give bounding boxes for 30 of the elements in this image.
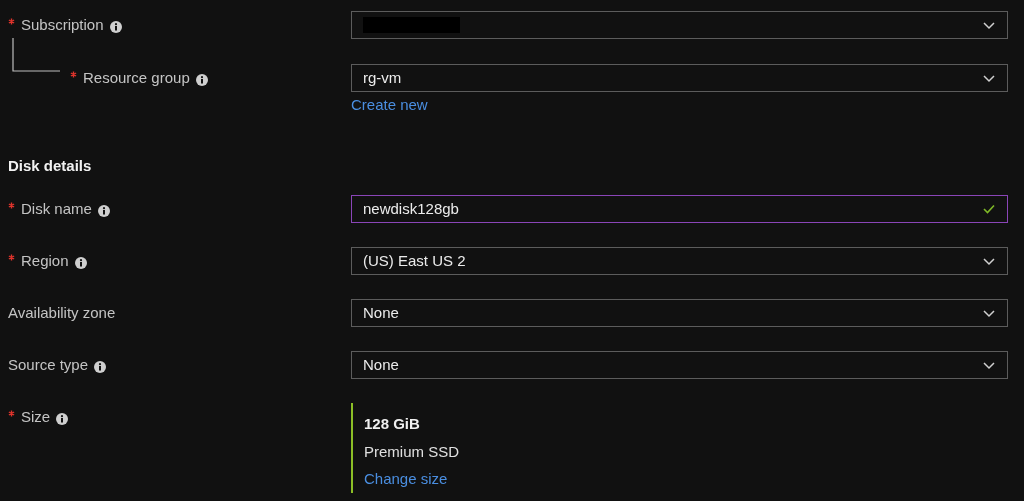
chevron-down-icon	[982, 255, 996, 267]
field-label: Source type	[8, 354, 89, 375]
tree-connector	[12, 38, 60, 72]
info-icon[interactable]	[94, 361, 107, 373]
dropdown[interactable]: None	[351, 299, 1008, 327]
chevron-down-icon	[982, 359, 996, 371]
info-icon[interactable]	[74, 257, 87, 269]
section-heading: Disk details	[8, 155, 93, 176]
size-value: 128 GiB	[364, 414, 421, 434]
field-label: Resource group	[83, 67, 190, 88]
chevron-down-icon	[982, 307, 996, 319]
field-label: Size	[21, 406, 51, 427]
change-size-link[interactable]: Change size	[364, 468, 460, 491]
dropdown[interactable]	[351, 11, 1008, 39]
dropdown[interactable]: None	[351, 351, 1008, 379]
info-icon[interactable]	[56, 413, 69, 425]
info-icon[interactable]	[195, 74, 208, 86]
input-field[interactable]: newdisk128gb	[351, 195, 1008, 223]
field-label: Availability zone	[8, 302, 116, 323]
field-label: Subscription	[21, 14, 104, 35]
chevron-down-icon	[982, 72, 996, 84]
info-icon[interactable]	[97, 205, 110, 217]
create-new-link[interactable]: Create new	[351, 94, 428, 117]
chevron-down-icon	[982, 19, 996, 31]
dropdown[interactable]: rg-vm	[351, 64, 1008, 92]
info-icon[interactable]	[109, 21, 122, 33]
field-label: Region	[21, 250, 69, 271]
field-label: Disk name	[21, 198, 92, 219]
tier-label: Premium SSD	[364, 441, 460, 462]
dropdown[interactable]: (US) East US 2	[351, 247, 1008, 275]
